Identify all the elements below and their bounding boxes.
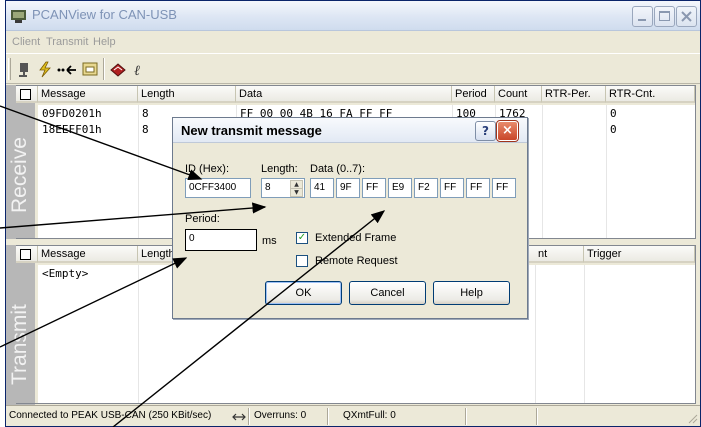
receive-col-length[interactable]: Length	[138, 86, 236, 103]
help-button[interactable]: Help	[433, 281, 510, 305]
transmit-col-trigger[interactable]: Trigger	[584, 246, 695, 263]
row-length: 8	[142, 107, 149, 120]
empty-placeholder: <Empty>	[42, 267, 89, 280]
dialog-title: New transmit message	[181, 123, 322, 138]
data-byte-5[interactable]: FF	[440, 178, 464, 198]
spin-down-icon[interactable]: ▼	[290, 188, 303, 197]
status-separator	[536, 408, 538, 425]
length-value: 8	[265, 182, 271, 193]
transmit-arrow-icon[interactable]	[56, 61, 76, 78]
about-icon[interactable]: ℓ	[130, 61, 148, 79]
title-bar[interactable]: PCANView for CAN-USB	[6, 1, 700, 31]
toolbar-separator	[103, 58, 105, 80]
extended-frame-label[interactable]: Extended Frame	[315, 232, 396, 244]
transmit-select-header[interactable]	[16, 246, 38, 263]
grid-line	[138, 265, 139, 403]
connect-icon[interactable]	[16, 61, 34, 78]
receive-col-rtr-per[interactable]: RTR-Per.	[542, 86, 606, 103]
receive-col-rtr-cnt[interactable]: RTR-Cnt.	[606, 86, 695, 103]
dialog-help-button[interactable]: ?	[475, 121, 496, 141]
row-message: 09FD0201h	[42, 107, 102, 120]
receive-col-period[interactable]: Period	[452, 86, 495, 103]
id-label: ID (Hex):	[185, 163, 229, 175]
maximize-button[interactable]	[654, 6, 675, 27]
status-connection: Connected to PEAK USB-CAN (250 KBit/sec)	[9, 410, 212, 421]
pcan-app-icon	[10, 7, 27, 24]
data-byte-3[interactable]: E9	[388, 178, 412, 198]
menu-help[interactable]: Help	[93, 36, 116, 48]
period-unit: ms	[262, 235, 277, 247]
dialog-title-bar[interactable]: New transmit message ? ×	[173, 118, 527, 143]
grid-line	[535, 265, 536, 403]
data-byte-6[interactable]: FF	[466, 178, 490, 198]
lightning-icon[interactable]	[36, 61, 54, 78]
data-byte-7[interactable]: FF	[492, 178, 516, 198]
data-byte-0[interactable]: 41	[310, 178, 334, 198]
grid-line	[606, 105, 607, 238]
new-transmit-dialog: New transmit message ? × ID (Hex): 0CFF3…	[172, 117, 528, 319]
resize-grip-icon[interactable]	[686, 412, 698, 424]
grid-line	[542, 105, 543, 238]
toolbar-grip	[8, 58, 11, 80]
dialog-close-button[interactable]: ×	[496, 120, 519, 142]
cancel-button[interactable]: Cancel	[349, 281, 426, 305]
status-separator	[248, 408, 250, 425]
toolbar: ℓ	[6, 53, 700, 84]
close-icon	[681, 11, 692, 22]
status-separator	[327, 408, 329, 425]
receive-col-count[interactable]: Count	[495, 86, 542, 103]
remote-request-label[interactable]: Remote Request	[315, 255, 398, 267]
menu-client[interactable]: Client	[12, 36, 40, 48]
status-overruns: Overruns: 0	[254, 410, 307, 421]
grid-line	[584, 265, 585, 403]
window-close-button[interactable]	[676, 6, 697, 27]
connection-icon	[232, 413, 246, 421]
row-rtr-cnt: 0	[610, 123, 617, 136]
menu-bar: Client Transmit Help	[6, 32, 700, 52]
menu-transmit[interactable]: Transmit	[46, 36, 88, 48]
extended-frame-checkbox[interactable]: ✓	[296, 232, 308, 244]
status-separator	[465, 408, 467, 425]
data-byte-4[interactable]: F2	[414, 178, 438, 198]
data-byte-2[interactable]: FF	[362, 178, 386, 198]
ok-button[interactable]: OK	[265, 281, 342, 305]
length-stepper[interactable]: 8 ▲ ▼	[261, 178, 305, 198]
status-qxmtfull: QXmtFull: 0	[343, 410, 396, 421]
receive-select-header[interactable]	[16, 86, 38, 103]
transmit-col-count[interactable]: nt	[535, 246, 584, 263]
select-all-checkbox[interactable]	[20, 89, 31, 100]
window-title: PCANView for CAN-USB	[32, 7, 177, 22]
minimize-button[interactable]	[632, 6, 653, 27]
period-input[interactable]: 0	[185, 229, 257, 251]
receive-col-data[interactable]: Data	[236, 86, 452, 103]
data-byte-1[interactable]: 9F	[336, 178, 360, 198]
row-length: 8	[142, 123, 149, 136]
period-label: Period:	[185, 213, 220, 225]
transmit-col-message[interactable]: Message	[38, 246, 138, 263]
remote-request-checkbox[interactable]	[296, 255, 308, 267]
receive-col-message[interactable]: Message	[38, 86, 138, 103]
row-message: 18EEFF01h	[42, 123, 102, 136]
select-all-checkbox[interactable]	[20, 249, 31, 260]
svg-text:ℓ: ℓ	[134, 63, 140, 78]
status-bar: Connected to PEAK USB-CAN (250 KBit/sec)…	[6, 405, 700, 427]
reset-icon[interactable]	[81, 61, 99, 78]
grid-line	[138, 105, 139, 238]
data-label: Data (0..7):	[310, 163, 366, 175]
book-icon[interactable]	[109, 61, 127, 78]
row-rtr-cnt: 0	[610, 107, 617, 120]
length-label: Length:	[261, 163, 298, 175]
id-input[interactable]: 0CFF3400	[185, 178, 251, 198]
